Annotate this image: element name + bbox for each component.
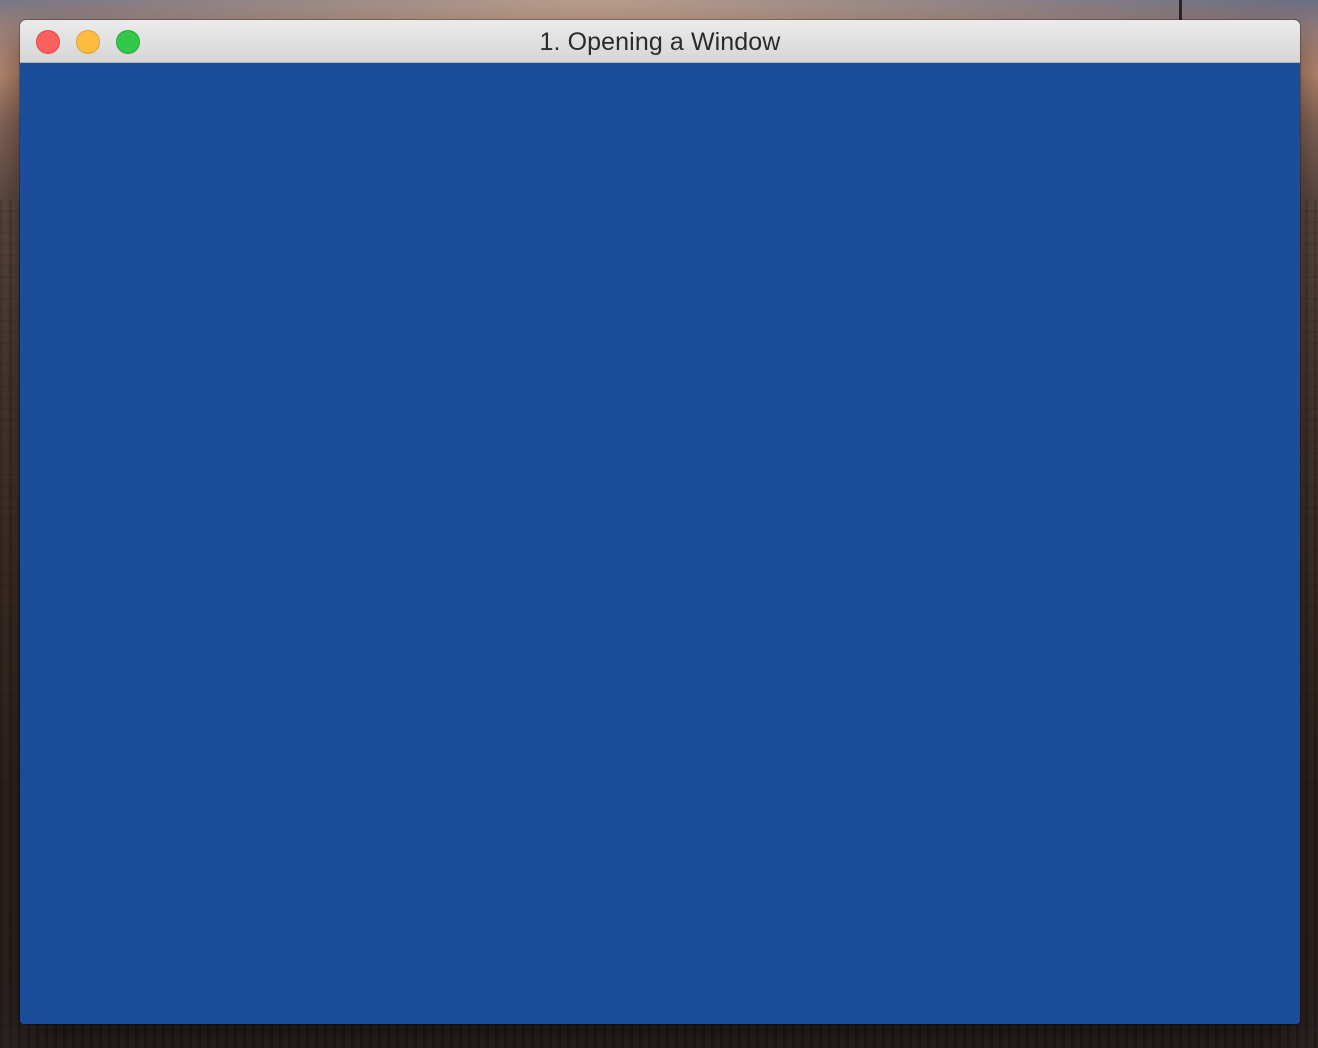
wallpaper-antenna: [1179, 0, 1182, 20]
window-titlebar[interactable]: 1. Opening a Window: [20, 20, 1300, 63]
zoom-button[interactable]: [116, 30, 140, 54]
close-button[interactable]: [36, 30, 60, 54]
minimize-button[interactable]: [76, 30, 100, 54]
app-window[interactable]: 1. Opening a Window: [20, 20, 1300, 1024]
window-title: 1. Opening a Window: [539, 28, 781, 56]
render-canvas[interactable]: [20, 63, 1300, 1024]
